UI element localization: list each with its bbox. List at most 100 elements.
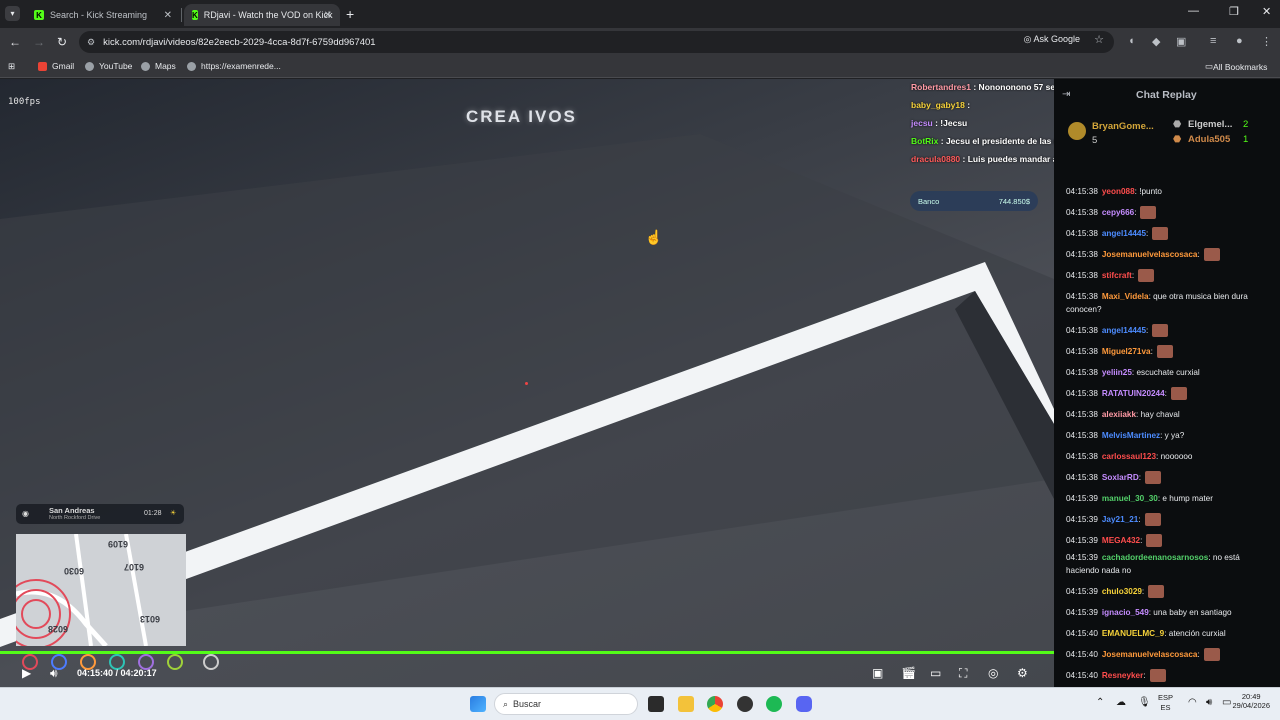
overlay-chat-line: Robertandres1 : Nonononono 57 segundos p… bbox=[911, 82, 1054, 92]
message-username[interactable]: angel14445 bbox=[1102, 229, 1146, 238]
address-bar[interactable]: ⚙ kick.com/rdjavi/videos/82e2eecb-2029-4… bbox=[79, 31, 1114, 53]
reload-icon[interactable]: ↻ bbox=[57, 35, 67, 49]
chat-message: 04:15:38 RATATUIN20244: bbox=[1066, 387, 1272, 401]
compass-icon: ◉ bbox=[22, 509, 29, 518]
spotify-icon[interactable] bbox=[766, 696, 782, 712]
progress-bar[interactable] bbox=[0, 651, 1054, 654]
message-username[interactable]: manuel_30_30 bbox=[1102, 494, 1158, 503]
browser-toolbar: ← → ↻ ⚙ kick.com/rdjavi/videos/82e2eecb-… bbox=[0, 28, 1280, 56]
message-username[interactable]: cepy666 bbox=[1102, 208, 1134, 217]
message-username[interactable]: chulo3029 bbox=[1102, 587, 1142, 596]
extension-icon[interactable]: ◆ bbox=[1152, 35, 1160, 48]
overlay-chat-user: baby_gaby18 bbox=[911, 100, 965, 110]
reading-list-icon[interactable]: ≡ bbox=[1210, 35, 1216, 47]
close-tab-icon[interactable]: ✕ bbox=[324, 10, 332, 21]
chrome-icon[interactable] bbox=[707, 696, 723, 712]
microphone-tray-icon[interactable]: 🎙︎ bbox=[1138, 697, 1151, 708]
forward-icon[interactable]: → bbox=[33, 35, 45, 49]
message-username[interactable]: carlossaul123 bbox=[1102, 452, 1156, 461]
site-settings-icon[interactable]: ⚙ bbox=[87, 37, 95, 48]
video-player[interactable]: 100fps CREA IVOS ☝ stixbbyy : tienes que… bbox=[0, 79, 1054, 687]
windows-start-icon[interactable] bbox=[470, 696, 486, 712]
bank-label: Banco bbox=[918, 196, 940, 206]
collapse-chat-icon[interactable]: ⇥ bbox=[1062, 89, 1070, 100]
tab-title: Search - Kick Streaming bbox=[50, 10, 148, 20]
message-text: noooooo bbox=[1158, 452, 1193, 461]
bookmark-maps[interactable]: Maps bbox=[141, 61, 176, 71]
message-timestamp: 04:15:39 bbox=[1066, 494, 1098, 503]
bookmark-label: YouTube bbox=[99, 61, 133, 71]
menu-dots-icon[interactable]: ⋮ bbox=[1261, 35, 1272, 48]
extension-icon[interactable]: ◖ bbox=[1128, 35, 1135, 47]
globe-icon bbox=[85, 61, 94, 71]
message-username[interactable]: Jay21_21 bbox=[1102, 515, 1138, 524]
back-icon[interactable]: ← bbox=[9, 35, 21, 49]
profile-avatar[interactable]: ● bbox=[1236, 35, 1243, 47]
bookmark-gmail[interactable]: Gmail bbox=[38, 61, 74, 71]
message-username[interactable]: MelvisMartinez bbox=[1102, 431, 1160, 440]
volume-icon[interactable]: 🔊︎ bbox=[50, 666, 58, 681]
message-username[interactable]: alexiiakk bbox=[1102, 410, 1136, 419]
maximize-icon[interactable]: ❐ bbox=[1229, 5, 1239, 18]
clip-icon[interactable]: 🎬︎ bbox=[901, 666, 916, 680]
miniplayer-icon[interactable]: ▣ bbox=[872, 666, 883, 680]
message-username[interactable]: yeon088 bbox=[1102, 187, 1135, 196]
message-username[interactable]: angel14445 bbox=[1102, 326, 1146, 335]
message-username[interactable]: Josemanuelvelascosaca bbox=[1102, 250, 1198, 259]
message-username[interactable]: Miguel271va bbox=[1102, 347, 1151, 356]
extensions-puzzle-icon[interactable]: ▣ bbox=[1176, 35, 1186, 48]
clock[interactable]: 20:49 29/04/2026 bbox=[1232, 692, 1270, 710]
volume-tray-icon[interactable]: 🔊︎ bbox=[1206, 697, 1212, 708]
file-explorer-icon[interactable] bbox=[678, 696, 694, 712]
tab-search-button[interactable]: ▾ bbox=[5, 6, 20, 21]
playback-speed-icon[interactable]: ◎ bbox=[988, 666, 998, 680]
chat-message: 04:15:38 stifcraft: bbox=[1066, 269, 1272, 283]
message-username[interactable]: stifcraft bbox=[1102, 271, 1132, 280]
message-timestamp: 04:15:38 bbox=[1066, 452, 1098, 461]
network-tray-icon[interactable]: ☁ bbox=[1116, 697, 1126, 708]
apps-grid-icon[interactable]: ⊞ bbox=[8, 61, 15, 72]
bookmark-star-icon[interactable]: ☆ bbox=[1094, 33, 1104, 46]
tray-overflow-icon[interactable]: ⌃ bbox=[1096, 697, 1104, 708]
minimize-icon[interactable]: — bbox=[1188, 5, 1199, 17]
bookmark-examenredes[interactable]: https://examenrede... bbox=[187, 61, 281, 71]
bookmark-youtube[interactable]: YouTube bbox=[85, 61, 132, 71]
language-indicator[interactable]: ESP ES bbox=[1158, 693, 1173, 713]
message-timestamp: 04:15:40 bbox=[1066, 671, 1098, 680]
message-username[interactable]: ignacio_549 bbox=[1102, 608, 1149, 617]
fps-counter: 100fps bbox=[8, 97, 41, 107]
tab-kick-search[interactable]: K Search - Kick Streaming ✕ bbox=[26, 4, 180, 26]
message-username[interactable]: EMANUELMC_9 bbox=[1102, 629, 1164, 638]
new-tab-button[interactable]: + bbox=[346, 6, 354, 22]
fullscreen-icon[interactable]: ⛶ bbox=[959, 666, 967, 681]
ask-google-button[interactable]: ◎ Ask Google bbox=[1024, 34, 1080, 45]
message-timestamp: 04:15:39 bbox=[1066, 515, 1098, 524]
message-username[interactable]: cachadordeenanosarnosos bbox=[1102, 553, 1208, 562]
gifter-name: Adula505 bbox=[1188, 134, 1231, 145]
close-tab-icon[interactable]: ✕ bbox=[164, 10, 172, 21]
timecode: 04:15:40 / 04:20:17 bbox=[77, 668, 157, 678]
message-username[interactable]: Resneyker bbox=[1102, 671, 1143, 680]
taskbar-search[interactable]: ⌕ Buscar bbox=[494, 693, 638, 715]
emote-icon bbox=[1149, 669, 1166, 683]
message-colon: : bbox=[1134, 208, 1137, 217]
message-username[interactable]: MEGA432 bbox=[1102, 536, 1140, 545]
wifi-icon[interactable]: ◠ bbox=[1188, 697, 1197, 708]
message-username[interactable]: Josemanuelvelascosaca bbox=[1102, 650, 1198, 659]
task-view-icon[interactable] bbox=[648, 696, 664, 712]
play-icon[interactable]: ▶ bbox=[22, 666, 31, 680]
obs-icon[interactable] bbox=[737, 696, 753, 712]
message-username[interactable]: yeliin25 bbox=[1102, 368, 1132, 377]
message-username[interactable]: Maxi_Videla bbox=[1102, 292, 1149, 301]
chat-message: 04:15:39 ignacio_549: una baby en santiag… bbox=[1066, 606, 1272, 619]
all-bookmarks[interactable]: ▭ All Bookmarks bbox=[1205, 61, 1267, 72]
settings-gear-icon[interactable]: ⚙ bbox=[1017, 666, 1028, 680]
theater-mode-icon[interactable]: ▭ bbox=[930, 666, 941, 680]
discord-icon[interactable] bbox=[796, 696, 812, 712]
message-username[interactable]: RATATUIN20244 bbox=[1102, 389, 1165, 398]
message-username[interactable]: SoxlarRD bbox=[1102, 473, 1139, 482]
battery-icon[interactable]: ▭ bbox=[1222, 697, 1231, 708]
overlay-chat-line: dracula0880 : Luis puedes mandar a unos … bbox=[911, 154, 1054, 164]
close-window-icon[interactable]: ✕ bbox=[1262, 5, 1271, 18]
tab-rdjavi-vod[interactable]: K RDjavi - Watch the VOD on Kick ✕ bbox=[184, 4, 340, 26]
